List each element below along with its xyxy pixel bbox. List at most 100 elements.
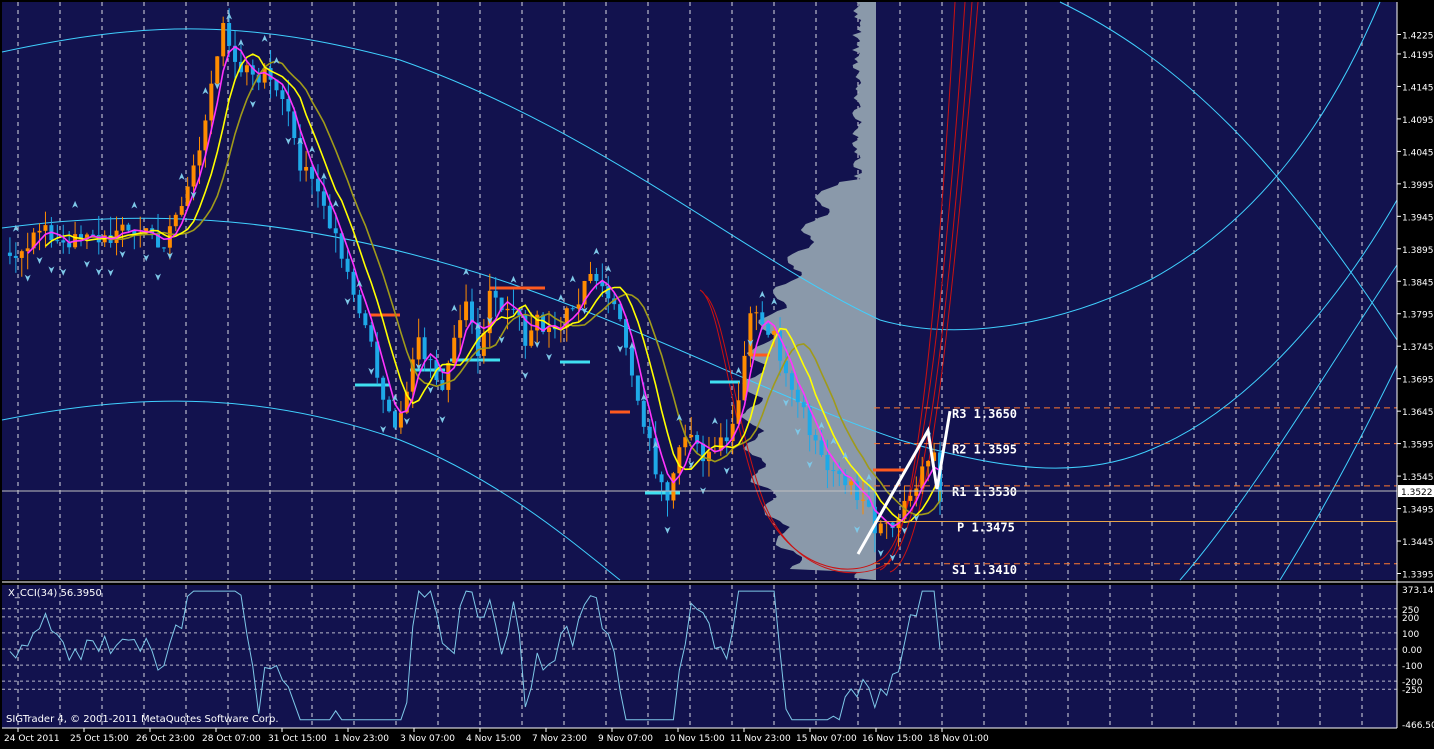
pivot-label-r2: R2 1.3595: [952, 443, 1017, 457]
price-bar-body: [452, 337, 457, 363]
price-bar-body: [422, 337, 427, 360]
price-bar-body: [333, 228, 338, 234]
price-bar-body: [120, 224, 125, 231]
price-bar-body: [244, 65, 249, 73]
price-bar-body: [641, 400, 646, 427]
price-bar-body: [825, 454, 830, 471]
price-bar-body: [179, 206, 184, 215]
price-bar-body: [677, 447, 682, 474]
cci-axis-label: 100: [1402, 630, 1419, 640]
time-axis-label: 16 Nov 15:00: [862, 734, 923, 744]
price-bar-body: [363, 313, 368, 326]
time-axis-label: 11 Nov 23:00: [730, 734, 791, 744]
price-bar-body: [221, 22, 226, 57]
price-bar-body: [321, 191, 326, 206]
price-bar-body: [13, 255, 18, 258]
price-bar-body: [511, 308, 516, 310]
time-axis-label: 15 Nov 07:00: [796, 734, 857, 744]
time-axis-label: 10 Nov 15:00: [664, 734, 725, 744]
price-bar-body: [594, 273, 599, 281]
price-bar-body: [760, 312, 765, 325]
price-bar-body: [789, 373, 794, 390]
price-bar-body: [813, 435, 818, 441]
price-bar-body: [849, 481, 854, 486]
price-bar-body: [61, 240, 66, 243]
price-bar-body: [795, 389, 800, 403]
price-axis-label: 1.3645: [1402, 408, 1434, 418]
price-bar-body: [19, 251, 24, 258]
time-axis-label: 26 Oct 23:00: [136, 734, 195, 744]
price-axis-label: 1.4225: [1402, 31, 1434, 41]
price-bar-body: [304, 166, 309, 171]
price-bar-body: [766, 324, 771, 335]
price-bar-body: [215, 56, 220, 84]
price-bar-body: [458, 320, 463, 338]
price-bar-body: [126, 224, 131, 231]
price-bar-body: [446, 362, 451, 390]
price-bar-body: [659, 474, 664, 483]
price-bar-body: [908, 495, 913, 501]
indicator-plot-area[interactable]: [2, 585, 1397, 728]
price-bar-body: [529, 330, 534, 346]
price-bar-body: [55, 240, 60, 242]
time-axis-label: 25 Oct 15:00: [70, 734, 129, 744]
time-axis-label: 1 Nov 23:00: [334, 734, 389, 744]
price-bar-body: [37, 230, 42, 233]
price-axis-label: 1.3545: [1402, 473, 1434, 483]
price-bar-body: [357, 294, 362, 314]
price-bar-body: [381, 377, 386, 400]
price-axis-label: 1.4045: [1402, 148, 1434, 158]
price-bar-body: [819, 440, 824, 455]
price-bar-body: [801, 402, 806, 408]
price-bar-body: [647, 426, 652, 439]
price-bar-body: [227, 22, 232, 46]
price-bar-body: [748, 313, 753, 356]
price-bar-body: [914, 488, 919, 496]
pivot-label-r3: R3 1.3650: [952, 407, 1017, 421]
price-bar-body: [387, 399, 392, 412]
cci-axis-label: 0.00: [1402, 646, 1422, 656]
price-axis-label: 1.3745: [1402, 343, 1434, 353]
cci-indicator-label: X_CCI(34) 56.3950: [8, 588, 102, 599]
price-bar-body: [629, 347, 634, 376]
pivot-label-s1: S1 1.3410: [952, 563, 1017, 577]
price-bar-body: [310, 166, 315, 179]
price-bar-body: [203, 120, 208, 151]
price-bar-body: [837, 470, 842, 474]
price-bar-body: [286, 98, 291, 112]
price-bar-body: [7, 252, 12, 256]
price-bar-body: [197, 150, 202, 166]
price-bar-body: [173, 214, 178, 227]
price-bar-body: [428, 359, 433, 361]
time-axis-label: 24 Oct 2011: [4, 734, 60, 744]
price-bar-body: [754, 312, 759, 314]
price-bar-body: [161, 247, 166, 249]
price-bar-body: [392, 411, 397, 428]
price-bar-body: [860, 499, 865, 501]
time-axis-label: 7 Nov 23:00: [532, 734, 587, 744]
price-axis-label: 1.3945: [1402, 213, 1434, 223]
price-bar-body: [724, 437, 729, 442]
price-bar-body: [345, 258, 350, 272]
chart-window: R3 1.3650 R2 1.3595 R1 1.3530 P 1.3475 S1 1.…: [0, 0, 1434, 745]
price-bar-body: [671, 473, 676, 501]
price-bar-body: [635, 375, 640, 401]
price-bar-body: [351, 271, 356, 295]
pivot-label-r1: R1 1.3530: [952, 485, 1017, 499]
time-axis-label: 3 Nov 07:00: [400, 734, 455, 744]
price-bar-body: [398, 412, 403, 428]
price-chart[interactable]: R3 1.3650 R2 1.3595 R1 1.3530 P 1.3475 S1 1.…: [0, 0, 1434, 745]
price-axis-label: 1.3595: [1402, 441, 1434, 451]
price-axis-label: 1.3695: [1402, 376, 1434, 386]
price-bar-body: [315, 178, 320, 192]
cci-axis-label: 373.148: [1402, 586, 1434, 596]
price-bar-body: [25, 248, 30, 252]
time-axis-label: 9 Nov 07:00: [598, 734, 653, 744]
price-axis-label: 1.3795: [1402, 311, 1434, 321]
price-bar-body: [191, 165, 196, 187]
price-bar-body: [464, 301, 469, 321]
price-bar-body: [878, 523, 883, 534]
price-axis-label: 1.3495: [1402, 506, 1434, 516]
price-bar-body: [493, 290, 498, 298]
price-axis-label: 1.3445: [1402, 538, 1434, 548]
